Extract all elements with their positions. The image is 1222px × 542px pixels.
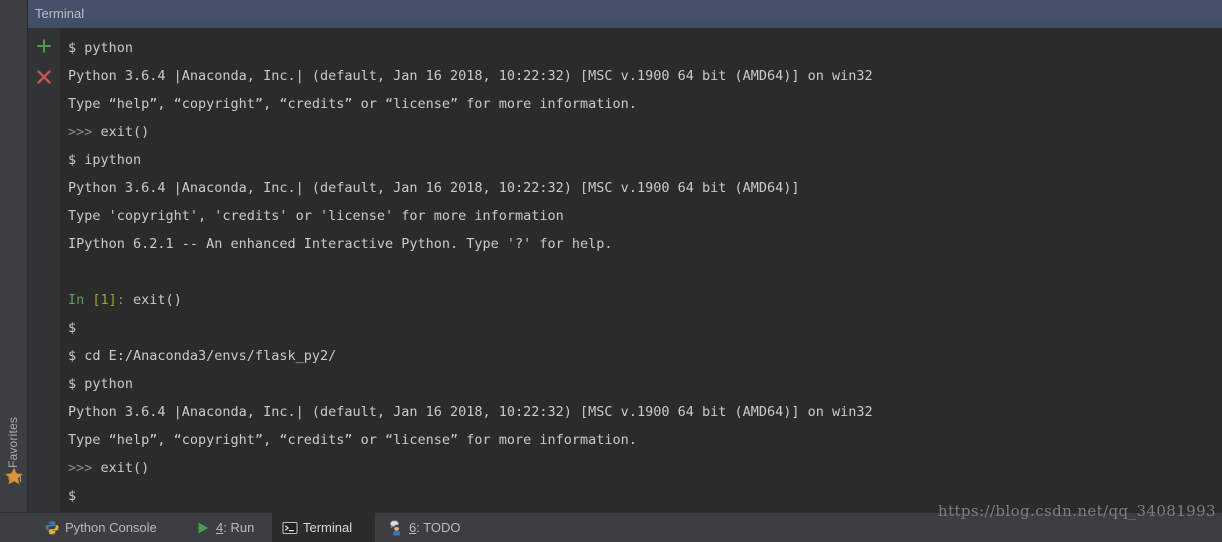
python-console-icon	[44, 520, 60, 536]
terminal-line-segment: $ cd E:/Anaconda3/envs/flask_py2/	[68, 348, 336, 364]
terminal-line: IPython 6.2.1 -- An enhanced Interactive…	[68, 230, 1222, 258]
tab-terminal-label: Terminal	[303, 520, 352, 535]
terminal-line: Type 'copyright', 'credits' or 'license'…	[68, 202, 1222, 230]
terminal-line-segment: Type 'copyright', 'credits' or 'license'…	[68, 208, 564, 224]
terminal-line-segment: $ python	[68, 40, 133, 56]
todo-icon	[388, 520, 404, 536]
terminal-line: Python 3.6.4 |Anaconda, Inc.| (default, …	[68, 174, 1222, 202]
terminal-body: $ python Python 3.6.4 |Anaconda, Inc.| (d…	[28, 28, 1222, 512]
terminal-line: $	[68, 314, 1222, 342]
close-session-button[interactable]	[35, 68, 53, 86]
terminal-line-segment: $	[68, 320, 76, 336]
tab-terminal[interactable]: Terminal	[272, 513, 375, 542]
terminal-line	[68, 258, 1222, 286]
tab-python-console[interactable]: Python Console	[34, 513, 167, 542]
star-icon	[4, 466, 24, 486]
terminal-line-segment: exit()	[101, 460, 150, 476]
terminal-line: Type “help”, “copyright”, “credits” or “…	[68, 90, 1222, 118]
sidebar-item-favorites[interactable]: 2: Favorites	[0, 384, 27, 512]
terminal-line-segment: Python 3.6.4 |Anaconda, Inc.| (default, …	[68, 68, 873, 84]
terminal-line: $ cd E:/Anaconda3/envs/flask_py2/	[68, 342, 1222, 370]
tool-window-status-bar: Python Console 4: Run Terminal 6: TODO	[0, 512, 1222, 542]
terminal-line-segment: $ ipython	[68, 152, 141, 168]
terminal-line-segment: exit()	[101, 124, 150, 140]
terminal-line-segment: [1]	[92, 292, 116, 308]
tab-run-label: 4: Run	[216, 520, 254, 535]
terminal-title: Terminal	[35, 0, 84, 28]
terminal-line: >>> exit()	[68, 454, 1222, 482]
terminal-line-segment: IPython 6.2.1 -- An enhanced Interactive…	[68, 236, 613, 252]
terminal-side-toolbar	[28, 28, 60, 512]
terminal-line-segment: exit()	[125, 292, 182, 308]
terminal-line-segment: >>>	[68, 460, 101, 476]
terminal-line: $ ipython	[68, 146, 1222, 174]
tab-todo[interactable]: 6: TODO	[378, 513, 471, 542]
terminal-line-segment: Python 3.6.4 |Anaconda, Inc.| (default, …	[68, 180, 800, 196]
terminal-tool-window: Terminal $ python Python 3.6.4 |Anaconda,…	[28, 0, 1222, 512]
terminal-line: >>> exit()	[68, 118, 1222, 146]
terminal-line-segment: :	[117, 292, 125, 308]
tab-python-console-label: Python Console	[65, 520, 157, 535]
terminal-line-segment: Python 3.6.4 |Anaconda, Inc.| (default, …	[68, 404, 873, 420]
terminal-line-segment: $	[68, 488, 76, 504]
run-play-icon	[195, 520, 211, 536]
terminal-line: $ python	[68, 34, 1222, 62]
terminal-line-segment: $ python	[68, 376, 133, 392]
terminal-line-segment: Type “help”, “copyright”, “credits” or “…	[68, 96, 637, 112]
terminal-line: $ python	[68, 370, 1222, 398]
tab-todo-label: 6: TODO	[409, 520, 461, 535]
terminal-line: Type “help”, “copyright”, “credits” or “…	[68, 426, 1222, 454]
terminal-line-segment: In	[68, 292, 92, 308]
terminal-line: Python 3.6.4 |Anaconda, Inc.| (default, …	[68, 398, 1222, 426]
terminal-line: Python 3.6.4 |Anaconda, Inc.| (default, …	[68, 62, 1222, 90]
terminal-line-segment: >>>	[68, 124, 101, 140]
add-session-button[interactable]	[35, 37, 53, 55]
tab-run-mnemonic: 4	[216, 520, 223, 535]
terminal-line: In [1]: exit()	[68, 286, 1222, 314]
terminal-line-segment: Type “help”, “copyright”, “credits” or “…	[68, 432, 637, 448]
terminal-title-bar[interactable]: Terminal	[28, 0, 1222, 28]
terminal-icon	[282, 520, 298, 536]
terminal-output[interactable]: $ python Python 3.6.4 |Anaconda, Inc.| (d…	[60, 28, 1222, 512]
tab-todo-mnemonic: 6	[409, 520, 416, 535]
terminal-line: $	[68, 482, 1222, 510]
left-tool-strip: 2: Favorites	[0, 0, 28, 512]
tab-run[interactable]: 4: Run	[185, 513, 264, 542]
pycharm-terminal-window: 2: Favorites Terminal $ pythonPython	[0, 0, 1222, 542]
